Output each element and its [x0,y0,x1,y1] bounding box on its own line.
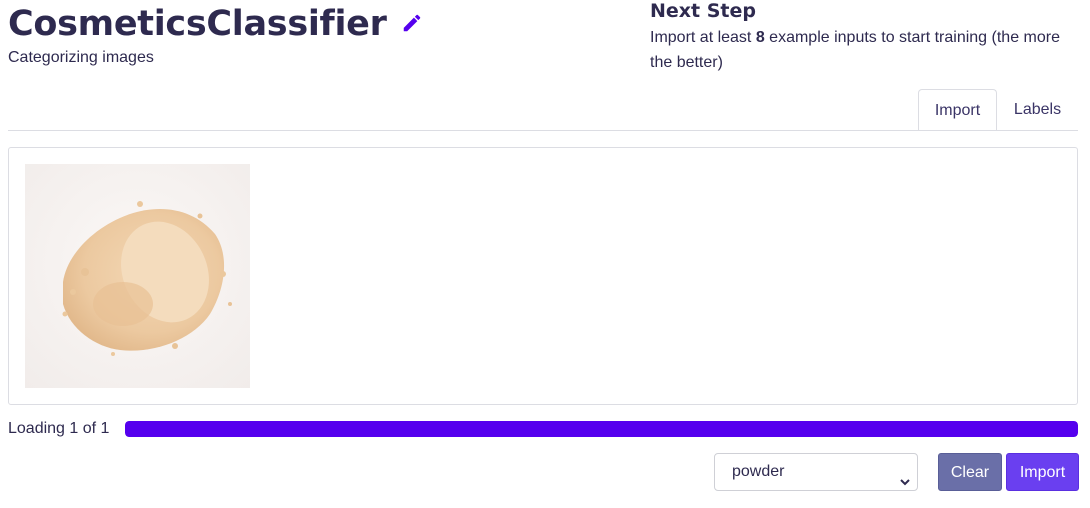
image-thumbnail[interactable] [25,164,250,388]
tab-labels[interactable]: Labels [998,89,1077,131]
app-subtitle: Categorizing images [8,49,154,66]
progress-fill [125,421,1078,437]
next-step-text: Import at least 8 example inputs to star… [650,25,1080,75]
app-title-row: CosmeticsClassifier [8,2,423,46]
pencil-icon[interactable] [401,12,423,34]
progress-bar [125,421,1078,437]
import-button[interactable]: Import [1006,453,1079,491]
clear-button[interactable]: Clear [938,453,1002,491]
image-gallery [8,147,1078,405]
tab-import[interactable]: Import [918,89,997,131]
chevron-down-icon [899,466,911,486]
label-select[interactable]: powder [714,453,918,491]
next-step-panel: Next Step Import at least 8 example inpu… [650,0,1080,75]
loading-status: Loading 1 of 1 [8,420,110,437]
tabs-divider [8,130,1078,131]
next-step-count: 8 [755,29,765,46]
app-title: CosmeticsClassifier [8,4,387,44]
next-step-text-before: Import at least [650,29,756,46]
next-step-heading: Next Step [650,0,756,22]
label-select-value: powder [732,463,785,480]
